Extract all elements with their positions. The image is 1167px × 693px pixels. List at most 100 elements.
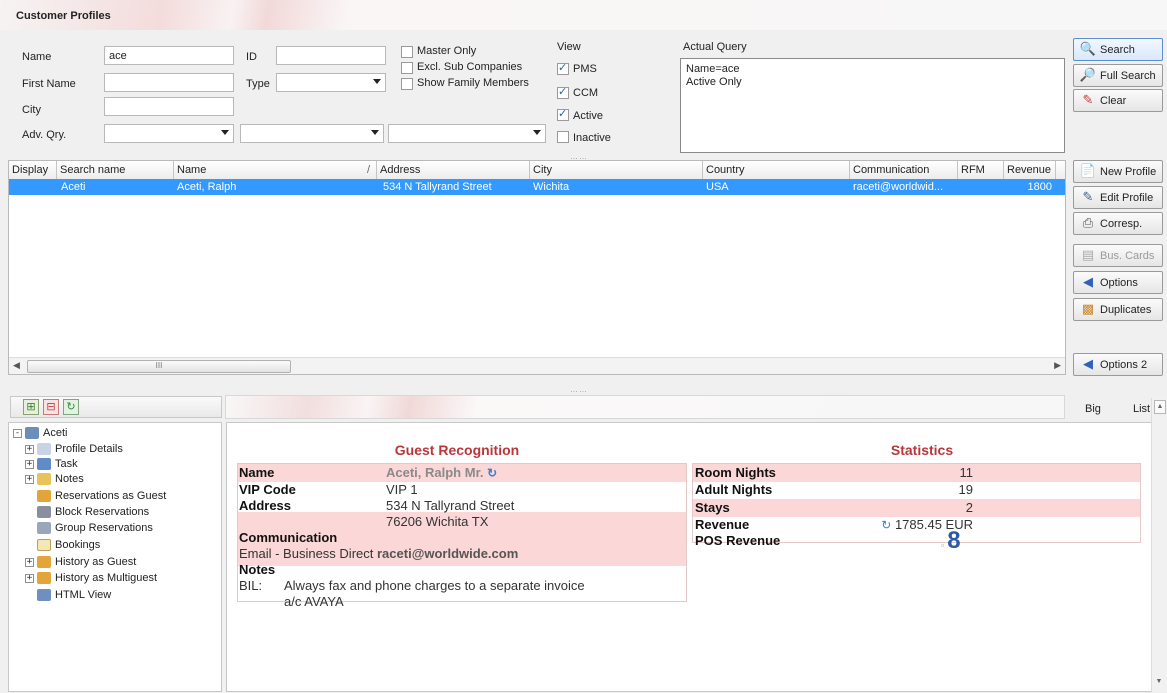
column-header[interactable]: Revenue: [1004, 161, 1056, 179]
chevron-down-icon: [371, 130, 379, 135]
tree-item-label: History as Guest: [55, 556, 137, 568]
clear-button[interactable]: ✎ Clear: [1073, 89, 1163, 112]
notes-icon: [37, 473, 51, 485]
notes-code: BIL:: [239, 578, 263, 593]
cell-communication: raceti@worldwid...: [853, 181, 944, 193]
tree-item[interactable]: + History as Guest: [25, 556, 136, 568]
refresh-icon[interactable]: ↻: [487, 466, 497, 480]
city-input[interactable]: [104, 97, 234, 116]
tree-item[interactable]: + Task: [25, 458, 78, 470]
excl-sub-companies-checkbox[interactable]: [401, 62, 413, 74]
show-family-label: Show Family Members: [417, 77, 529, 89]
scroll-down-icon[interactable]: ▼: [1154, 676, 1164, 688]
type-select[interactable]: [276, 73, 386, 92]
tree-item[interactable]: + Notes: [25, 473, 84, 485]
refresh-icon[interactable]: ↻: [881, 518, 891, 532]
new-profile-button[interactable]: 📄 New Profile: [1073, 160, 1163, 183]
adv-qry-label: Adv. Qry.: [22, 129, 67, 141]
view-tab-list[interactable]: List: [1133, 403, 1150, 415]
tree-item-label: History as Multiguest: [55, 572, 158, 584]
clear-button-label: Clear: [1100, 94, 1127, 107]
expand-tree-icon[interactable]: ⊞: [23, 399, 39, 415]
edit-profile-button[interactable]: ✎ Edit Profile: [1073, 186, 1163, 209]
collapse-tree-icon[interactable]: ⊟: [43, 399, 59, 415]
show-family-checkbox[interactable]: [401, 78, 413, 90]
expand-icon[interactable]: +: [25, 474, 34, 484]
results-grid: Display Search name Name / Address City …: [8, 160, 1066, 375]
window-header: Customer Profiles: [0, 0, 1167, 30]
adv-qry-select-3[interactable]: [388, 124, 546, 143]
first-name-input[interactable]: [104, 73, 234, 92]
tree-root[interactable]: - Aceti: [13, 427, 67, 439]
tree-item[interactable]: HTML View: [37, 589, 111, 601]
expand-icon[interactable]: +: [25, 557, 34, 567]
column-header[interactable]: Display: [9, 161, 57, 179]
vertical-scrollbar[interactable]: ▲ ▼: [1151, 398, 1167, 692]
search-button[interactable]: 🔍 Search: [1073, 38, 1163, 61]
active-checkbox[interactable]: [557, 107, 569, 121]
options-2-button[interactable]: ◀ Options 2: [1073, 353, 1163, 376]
master-only-checkbox[interactable]: [401, 46, 413, 58]
refresh-icon[interactable]: ↻: [63, 399, 79, 415]
scroll-left-icon[interactable]: ◀: [13, 360, 20, 371]
tree-item[interactable]: + History as Multiguest: [25, 572, 157, 584]
table-row[interactable]: Aceti Aceti, Ralph 534 N Tallyrand Stree…: [9, 179, 1065, 195]
ccm-checkbox[interactable]: [557, 85, 569, 99]
arrow-left-icon: ◀: [1083, 275, 1093, 290]
full-search-button[interactable]: 🔎 Full Search: [1073, 64, 1163, 87]
inactive-checkbox[interactable]: [557, 131, 569, 143]
new-profile-label: New Profile: [1100, 165, 1157, 178]
view-tab-big[interactable]: Big: [1085, 403, 1101, 415]
city-label: City: [22, 104, 41, 116]
adv-qry-select-1[interactable]: [104, 124, 234, 143]
expand-icon[interactable]: +: [25, 573, 34, 583]
communication-email[interactable]: raceti@worldwide.com: [377, 546, 518, 561]
window-title: Customer Profiles: [16, 10, 111, 22]
profile-tree: - Aceti + Profile Details + Task + Notes…: [8, 422, 222, 692]
scroll-up-icon[interactable]: ▲: [1154, 400, 1166, 414]
new-document-icon: 📄: [1079, 164, 1097, 179]
expand-icon[interactable]: +: [25, 444, 34, 454]
duplicates-button[interactable]: ▩ Duplicates: [1073, 298, 1163, 321]
horizontal-scrollbar[interactable]: ◀ III ▶: [9, 357, 1065, 374]
tree-item[interactable]: Bookings: [37, 539, 100, 551]
column-header[interactable]: RFM: [958, 161, 1004, 179]
eraser-icon: ✎: [1082, 93, 1094, 108]
column-header-label: Name: [177, 164, 207, 176]
business-cards-button[interactable]: ▤ Bus. Cards: [1073, 244, 1163, 267]
tree-item[interactable]: Group Reservations: [37, 522, 153, 534]
id-input[interactable]: [276, 46, 386, 65]
correspondence-button[interactable]: ⎙ Corresp.: [1073, 212, 1163, 235]
statistics-heading: Statistics: [890, 442, 954, 458]
column-header[interactable]: Search name: [57, 161, 174, 179]
column-header[interactable]: Country: [703, 161, 850, 179]
column-header[interactable]: City: [530, 161, 703, 179]
pos-revenue-label: POS Revenue: [695, 533, 781, 548]
pms-checkbox[interactable]: [557, 61, 569, 75]
tree-item[interactable]: Reservations as Guest: [37, 490, 166, 502]
column-header[interactable]: Address: [377, 161, 530, 179]
column-header[interactable]: Communication: [850, 161, 958, 179]
tree-item-label: Notes: [55, 473, 84, 485]
key-icon: [37, 556, 51, 568]
key-icon: [37, 490, 51, 502]
scroll-thumb[interactable]: III: [27, 360, 291, 373]
column-header[interactable]: Name /: [174, 161, 377, 179]
tree-item[interactable]: + Profile Details: [25, 443, 123, 455]
name-input[interactable]: [104, 46, 234, 65]
magnifier-icon: 🔍: [1079, 42, 1097, 57]
chevron-down-icon: [373, 79, 381, 84]
tree-item-label: Group Reservations: [55, 522, 153, 534]
tree-root-label: Aceti: [43, 427, 68, 439]
splitter-grip[interactable]: ……: [570, 385, 588, 394]
collapse-icon[interactable]: -: [13, 428, 22, 438]
options-button[interactable]: ◀ Options: [1073, 271, 1163, 294]
splitter-grip[interactable]: ……: [570, 152, 588, 161]
revenue-label: Revenue: [695, 517, 750, 532]
adv-qry-select-2[interactable]: [240, 124, 384, 143]
inactive-label: Inactive: [573, 132, 611, 144]
scroll-right-icon[interactable]: ▶: [1054, 360, 1061, 371]
tree-item-label: Bookings: [55, 539, 101, 551]
expand-icon[interactable]: +: [25, 459, 34, 469]
tree-item[interactable]: Block Reservations: [37, 506, 149, 518]
